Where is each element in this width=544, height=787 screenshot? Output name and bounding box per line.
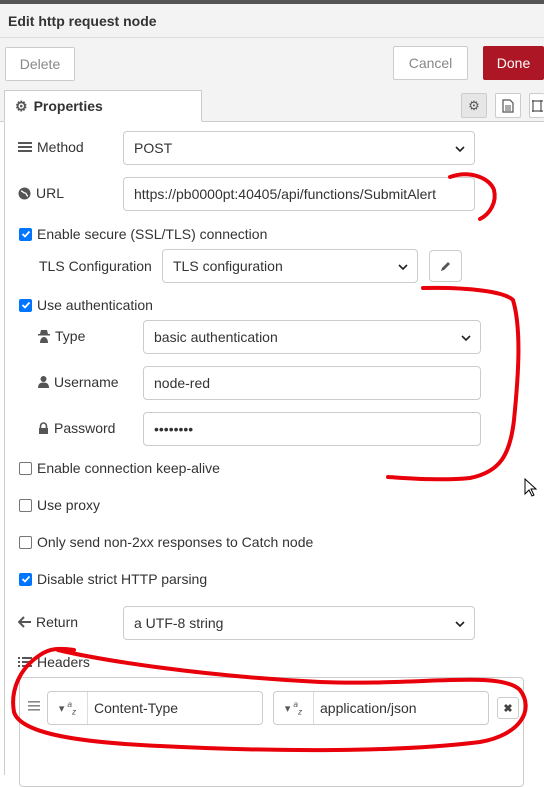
caret-down-icon: ▾ xyxy=(284,702,291,715)
caret-down-icon: ▾ xyxy=(58,702,65,715)
type-menu-button[interactable]: ▾ az xyxy=(48,692,88,724)
username-input[interactable]: node-red xyxy=(143,366,481,400)
lock-icon xyxy=(38,422,49,434)
url-input[interactable]: https://pb0000pt:40405/api/functions/Sub… xyxy=(123,177,475,211)
user-icon xyxy=(38,376,49,388)
return-label: Return xyxy=(18,614,78,630)
arrow-left-icon xyxy=(18,616,31,628)
header-value-input[interactable]: ▾ az application/json xyxy=(273,691,489,725)
tls-config-select[interactable]: TLS configuration xyxy=(162,249,418,283)
strict-checkbox-row[interactable]: Disable strict HTTP parsing xyxy=(19,571,207,587)
list-icon xyxy=(18,656,32,668)
tray-header: Edit http request node xyxy=(0,4,544,38)
gear-icon: ⚙ xyxy=(15,97,28,114)
method-select[interactable]: POST xyxy=(123,131,475,165)
remove-header-button[interactable]: ✖ xyxy=(497,697,519,719)
chevron-down-icon xyxy=(455,621,465,628)
keepalive-checkbox[interactable] xyxy=(19,461,32,475)
header-name-input[interactable]: ▾ az Content-Type xyxy=(47,691,263,725)
tls-checkbox[interactable] xyxy=(19,227,32,241)
chevron-down-icon xyxy=(455,146,465,153)
tab-properties[interactable]: ⚙ Properties xyxy=(4,90,202,122)
done-button[interactable]: Done xyxy=(483,46,544,80)
string-type-icon: az xyxy=(293,699,303,717)
tls-config-label: TLS Configuration xyxy=(39,258,152,274)
non2xx-checkbox[interactable] xyxy=(19,535,32,549)
strict-checkbox[interactable] xyxy=(19,572,32,586)
proxy-checkbox[interactable] xyxy=(19,498,32,512)
drag-handle-icon[interactable] xyxy=(28,698,40,714)
string-type-icon: az xyxy=(67,699,77,717)
appearance-tab-icon[interactable] xyxy=(529,93,544,118)
frame-icon xyxy=(532,99,543,112)
headers-list: ▾ az Content-Type ▾ az application/json … xyxy=(19,677,524,787)
tasks-icon xyxy=(18,141,32,153)
return-select[interactable]: a UTF-8 string xyxy=(123,606,475,640)
url-label: URL xyxy=(18,185,64,201)
auth-checkbox-row[interactable]: Use authentication xyxy=(19,297,153,313)
proxy-checkbox-row[interactable]: Use proxy xyxy=(19,497,100,513)
password-label: Password xyxy=(38,420,115,436)
panel-border xyxy=(4,122,5,775)
auth-type-label: Type xyxy=(38,328,85,344)
file-text-icon xyxy=(502,98,514,113)
pencil-icon xyxy=(441,261,450,271)
non2xx-checkbox-row[interactable]: Only send non-2xx responses to Catch nod… xyxy=(19,534,313,550)
tls-checkbox-row[interactable]: Enable secure (SSL/TLS) connection xyxy=(19,226,267,242)
delete-button[interactable]: Delete xyxy=(5,47,75,81)
tab-bar: ⚙ Properties ⚙ xyxy=(0,90,544,122)
headers-label: Headers xyxy=(18,654,90,670)
cancel-button[interactable]: Cancel xyxy=(393,46,468,80)
gear-icon: ⚙ xyxy=(468,97,480,113)
user-secret-icon xyxy=(38,329,50,343)
password-input[interactable]: •••••••• xyxy=(143,412,481,446)
settings-tab-icon[interactable]: ⚙ xyxy=(461,93,487,118)
tab-properties-label: Properties xyxy=(33,98,103,114)
tray-title: Edit http request node xyxy=(8,13,157,29)
username-label: Username xyxy=(38,374,119,390)
tray-toolbar: Delete Cancel Done xyxy=(0,38,544,90)
chevron-down-icon xyxy=(398,264,408,271)
auth-checkbox[interactable] xyxy=(19,298,32,312)
list-item: ▾ az Content-Type ▾ az application/json … xyxy=(20,687,523,727)
globe-icon xyxy=(18,187,31,200)
type-menu-button[interactable]: ▾ az xyxy=(274,692,314,724)
description-tab-icon[interactable] xyxy=(495,93,521,118)
edit-tls-button[interactable] xyxy=(429,250,462,282)
close-icon: ✖ xyxy=(503,702,513,715)
keepalive-checkbox-row[interactable]: Enable connection keep-alive xyxy=(19,460,220,476)
auth-type-select[interactable]: basic authentication xyxy=(143,320,481,354)
chevron-down-icon xyxy=(461,335,471,342)
method-label: Method xyxy=(18,139,84,155)
mouse-cursor-icon xyxy=(524,477,538,501)
